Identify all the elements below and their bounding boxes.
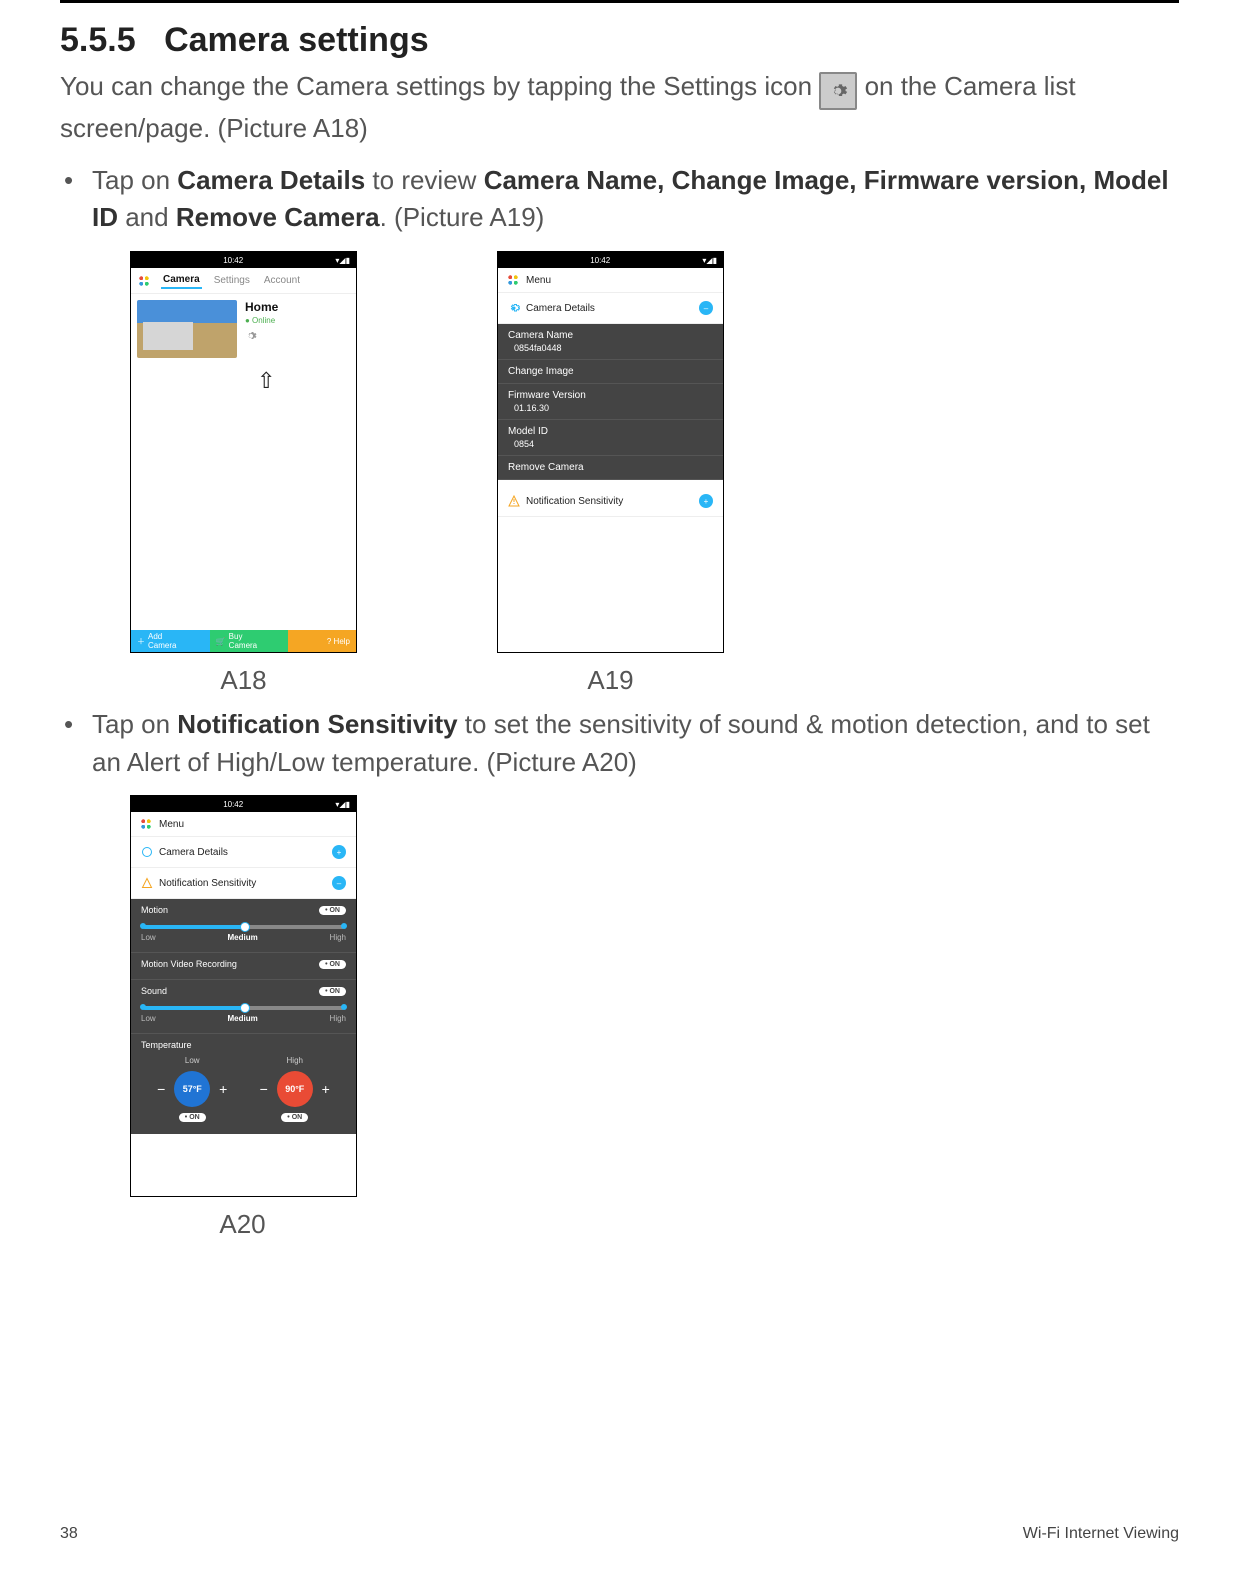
motion-panel: Motion • ON Low Medium High — [131, 899, 356, 953]
motion-toggle[interactable]: • ON — [319, 906, 346, 915]
app-logo-icon — [137, 274, 151, 288]
temp-high-value: 90°F — [277, 1071, 313, 1107]
intro-paragraph: You can change the Camera settings by ta… — [60, 68, 1179, 148]
temp-low-increase[interactable]: + — [216, 1082, 230, 1096]
menu-header[interactable]: Menu — [131, 812, 356, 837]
gear-icon[interactable] — [245, 330, 257, 342]
status-time: 10:42 — [223, 256, 243, 265]
tab-account[interactable]: Account — [262, 273, 302, 288]
tab-settings[interactable]: Settings — [212, 273, 252, 288]
notification-sensitivity-row[interactable]: Notification Sensitivity – — [131, 868, 356, 899]
bullet-marker: • — [60, 706, 92, 781]
motion-label: Motion — [141, 905, 168, 915]
section-number: 5.5.5 — [60, 21, 136, 60]
tab-camera[interactable]: Camera — [161, 272, 202, 289]
figure-a18: 10:42▾◢▮ Camera Settings Account Home ● … — [130, 251, 357, 696]
camera-status: ● Online — [245, 316, 278, 326]
app-logo-icon — [506, 273, 520, 287]
temp-high-decrease[interactable]: − — [257, 1082, 271, 1096]
temp-high-increase[interactable]: + — [319, 1082, 333, 1096]
camera-list-item[interactable]: Home ● Online — [131, 294, 356, 364]
mvr-toggle[interactable]: • ON — [319, 960, 346, 969]
gear-icon — [819, 72, 857, 110]
pointer-arrow-icon: ⇧ — [257, 370, 356, 392]
collapse-icon[interactable]: – — [699, 301, 713, 315]
figure-caption: A18 — [130, 665, 357, 696]
gear-icon — [141, 846, 153, 858]
status-bar: 10:42▾◢▮ — [131, 796, 356, 812]
temp-low-toggle[interactable]: • ON — [179, 1113, 206, 1122]
firmware-row[interactable]: Firmware Version 01.16.30 — [498, 384, 723, 420]
buy-camera-button[interactable]: 🛒BuyCamera — [210, 630, 289, 652]
remove-camera-row[interactable]: Remove Camera — [498, 456, 723, 480]
footer-chapter: Wi-Fi Internet Viewing — [1023, 1525, 1179, 1543]
model-id-row[interactable]: Model ID 0854 — [498, 420, 723, 456]
warning-icon — [508, 495, 520, 507]
status-bar: 10:42▾◢▮ — [498, 252, 723, 268]
temp-high-toggle[interactable]: • ON — [281, 1113, 308, 1122]
camera-details-row[interactable]: Camera Details + — [131, 837, 356, 868]
bullet-2: Tap on Notification Sensitivity to set t… — [92, 706, 1179, 781]
change-image-row[interactable]: Change Image — [498, 360, 723, 384]
expand-icon[interactable]: + — [332, 845, 346, 859]
intro-pre: You can change the Camera settings by ta… — [60, 71, 819, 101]
warning-icon — [141, 877, 153, 889]
motion-slider[interactable] — [143, 925, 344, 929]
menu-header[interactable]: Menu — [498, 268, 723, 293]
bullet-marker: • — [60, 162, 92, 237]
camera-thumbnail — [137, 300, 237, 358]
bullet-1: Tap on Camera Details to review Camera N… — [92, 162, 1179, 237]
notification-sensitivity-row[interactable]: Notification Sensitivity + — [498, 486, 723, 517]
sound-toggle[interactable]: • ON — [319, 987, 346, 996]
collapse-icon[interactable]: – — [332, 876, 346, 890]
figure-a20: 10:42▾◢▮ Menu Camera Details + Notificat… — [130, 795, 1179, 1240]
status-bar: 10:42▾◢▮ — [131, 252, 356, 268]
camera-details-row[interactable]: Camera Details – — [498, 293, 723, 324]
app-logo-icon — [139, 817, 153, 831]
gear-icon — [508, 302, 520, 314]
temp-low-decrease[interactable]: − — [154, 1082, 168, 1096]
expand-icon[interactable]: + — [699, 494, 713, 508]
figure-caption: A20 — [130, 1209, 355, 1240]
figure-a19: 10:42▾◢▮ Menu Camera Details – Camera Na… — [497, 251, 724, 696]
camera-name: Home — [245, 300, 278, 316]
camera-name-row[interactable]: Camera Name 0854fa0448 — [498, 324, 723, 360]
figure-caption: A19 — [497, 665, 724, 696]
temp-low-value: 57°F — [174, 1071, 210, 1107]
sound-slider[interactable] — [143, 1006, 344, 1010]
section-title: Camera settings — [164, 21, 429, 60]
temperature-panel: Temperature Low − 57°F + • ON High — [131, 1034, 356, 1134]
sound-panel: Sound • ON Low Medium High — [131, 980, 356, 1034]
help-button[interactable]: ? Help — [288, 630, 356, 652]
motion-video-recording-panel: Motion Video Recording • ON — [131, 953, 356, 980]
add-camera-button[interactable]: ＋AddCamera — [131, 630, 210, 652]
page-number: 38 — [60, 1525, 78, 1543]
